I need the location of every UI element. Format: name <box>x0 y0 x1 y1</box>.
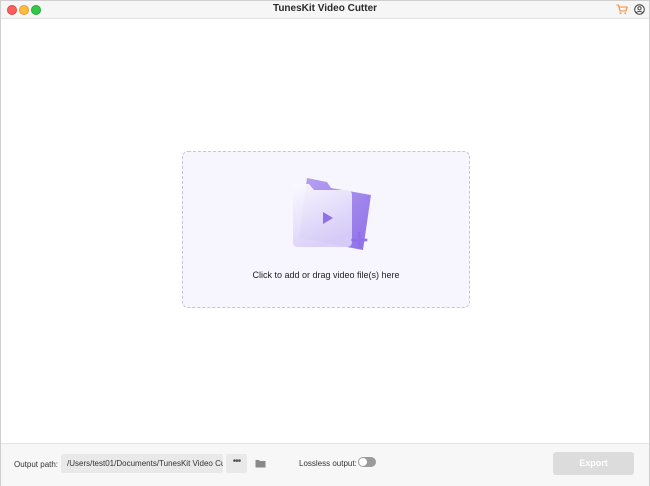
browse-path-button[interactable]: ••• <box>226 454 247 473</box>
add-files-dropzone[interactable]: Click to add or drag video file(s) here <box>182 151 470 308</box>
title-bar: TunesKit Video Cutter <box>1 1 649 19</box>
account-icon[interactable] <box>634 4 645 15</box>
add-video-folder-icon <box>293 178 371 250</box>
export-button[interactable]: Export <box>553 452 634 475</box>
app-window: TunesKit Video Cutter Click to add or dr… <box>0 0 650 486</box>
lossless-output-toggle[interactable] <box>358 457 376 467</box>
output-path-field[interactable]: /Users/test01/Documents/TunesKit Video C… <box>61 454 223 473</box>
output-path-label: Output path: <box>14 460 59 469</box>
folder-icon[interactable] <box>255 459 266 468</box>
toggle-knob <box>359 458 367 466</box>
main-area: Click to add or drag video file(s) here <box>1 19 649 443</box>
dropzone-instruction: Click to add or drag video file(s) here <box>252 270 400 280</box>
cart-icon[interactable] <box>616 4 628 15</box>
window-title: TunesKit Video Cutter <box>272 3 378 14</box>
lossless-output-label: Lossless output: <box>299 459 357 468</box>
footer-bar: Output path: /Users/test01/Documents/Tun… <box>1 443 649 486</box>
